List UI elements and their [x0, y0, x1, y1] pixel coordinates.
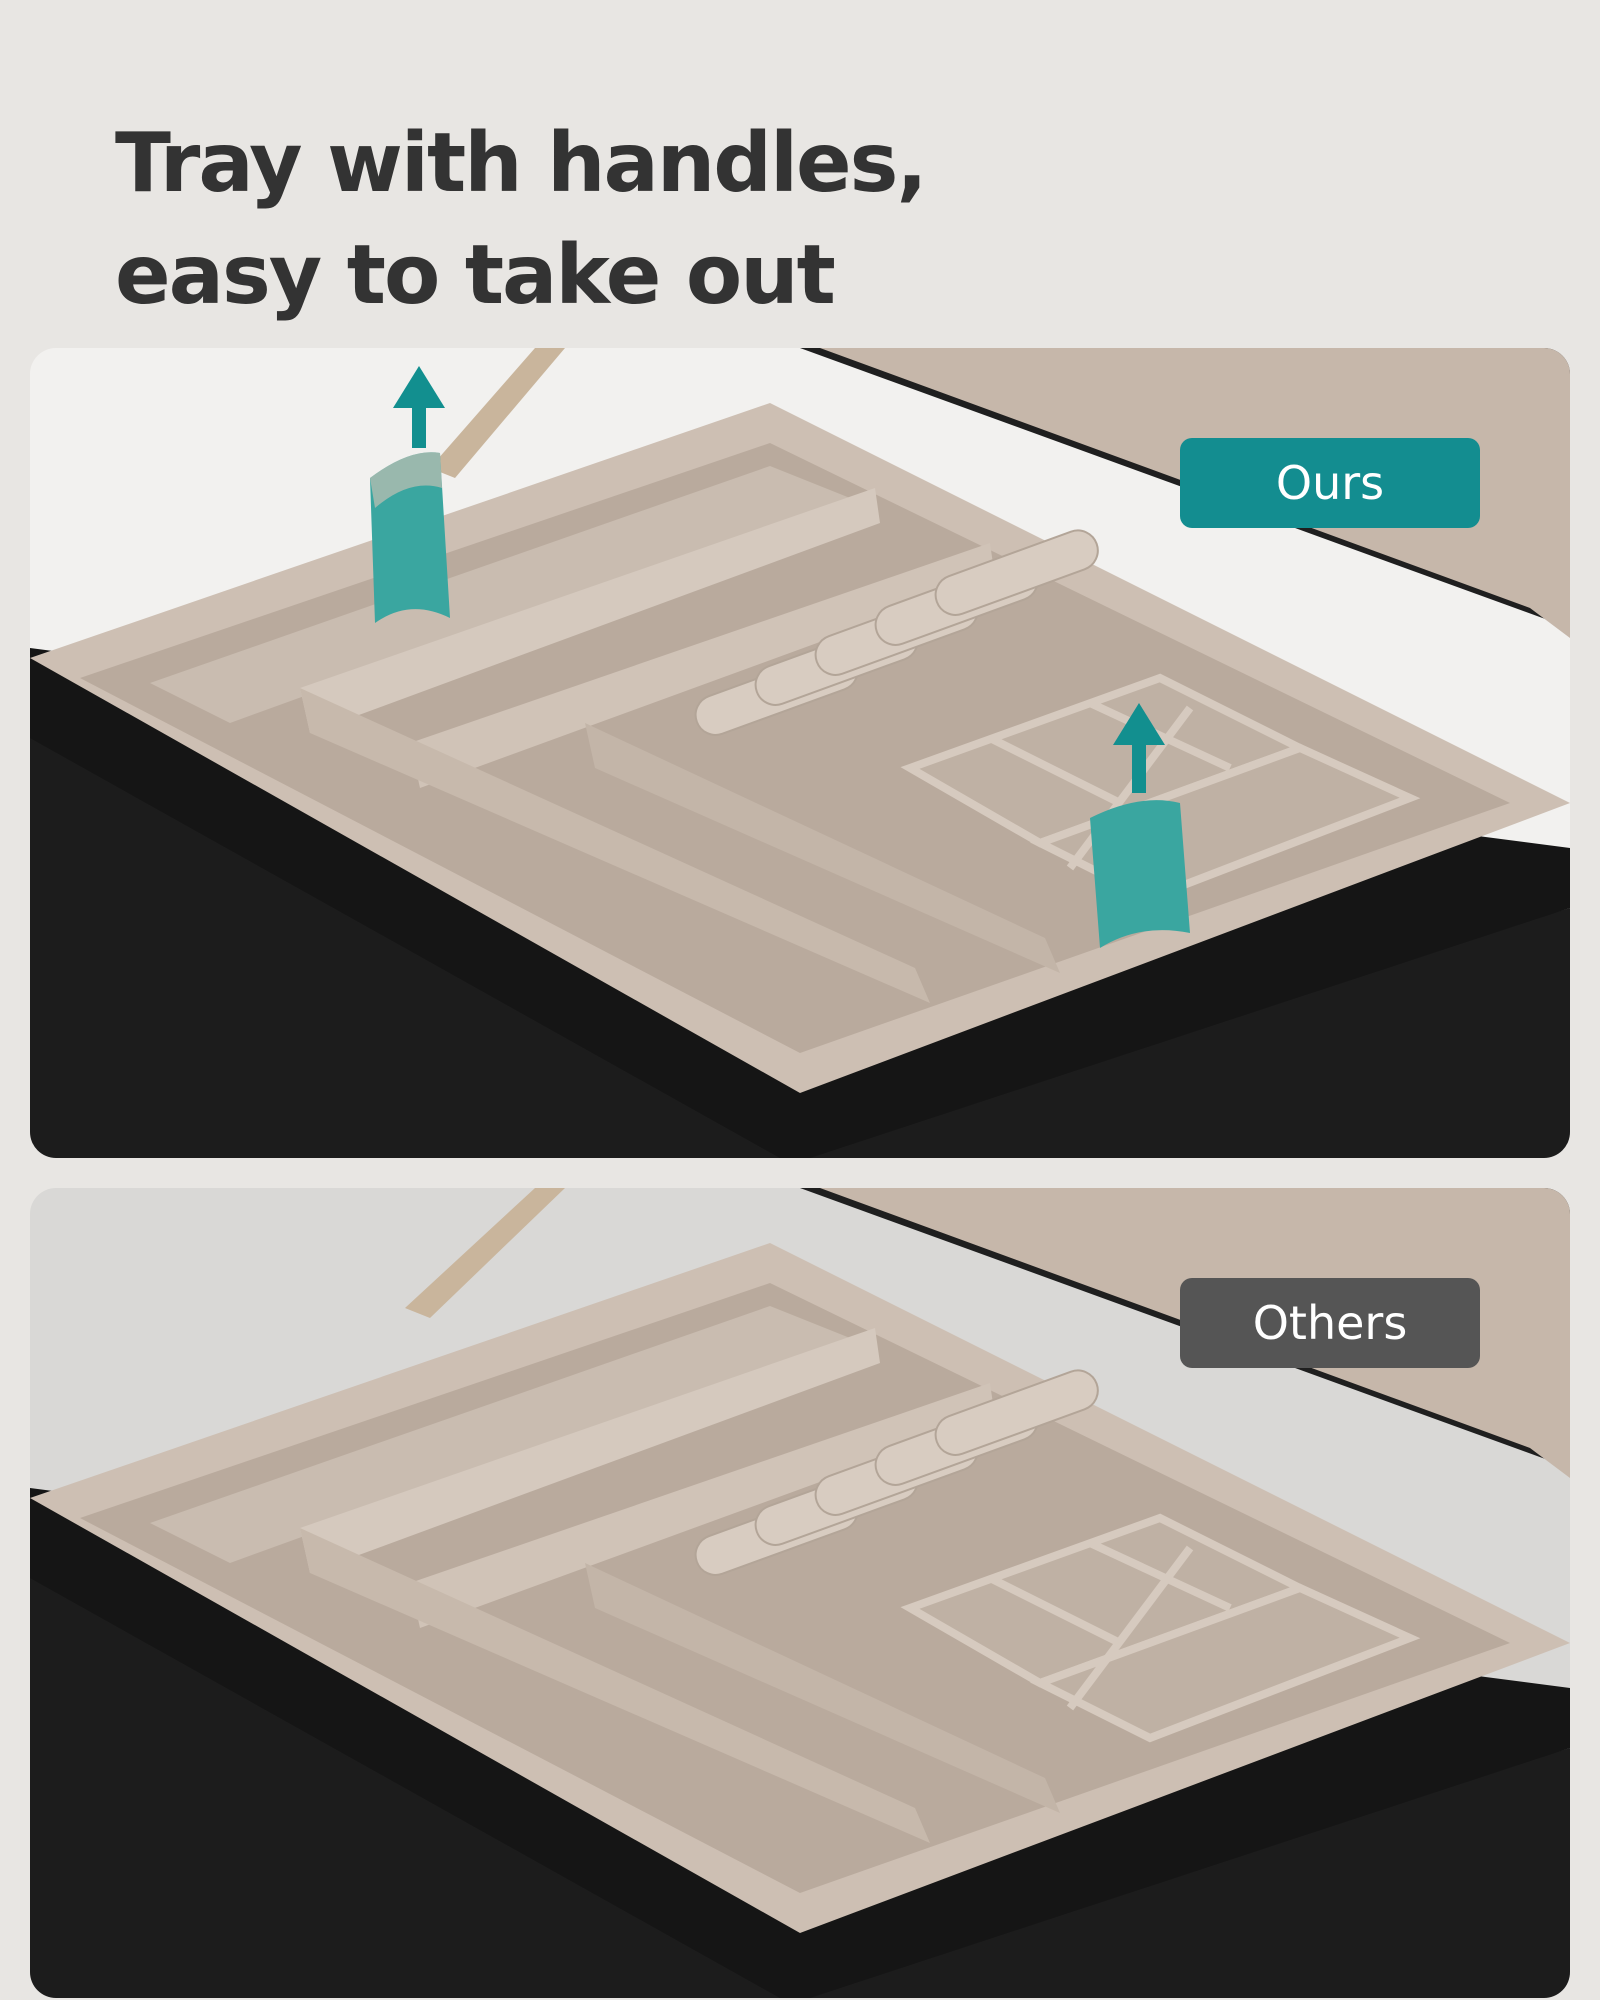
- headline: Tray with handles, easy to take out: [115, 108, 928, 332]
- headline-line-1: Tray with handles,: [115, 116, 928, 211]
- panel-others: Others: [30, 1188, 1570, 1998]
- handle-right[interactable]: [1090, 800, 1190, 948]
- headline-line-2: easy to take out: [115, 228, 836, 323]
- handle-left[interactable]: [370, 452, 450, 623]
- panel-ours: Ours: [30, 348, 1570, 1158]
- label-others: Others: [1180, 1278, 1480, 1368]
- label-ours: Ours: [1180, 438, 1480, 528]
- arrow-up-icon: [393, 366, 445, 448]
